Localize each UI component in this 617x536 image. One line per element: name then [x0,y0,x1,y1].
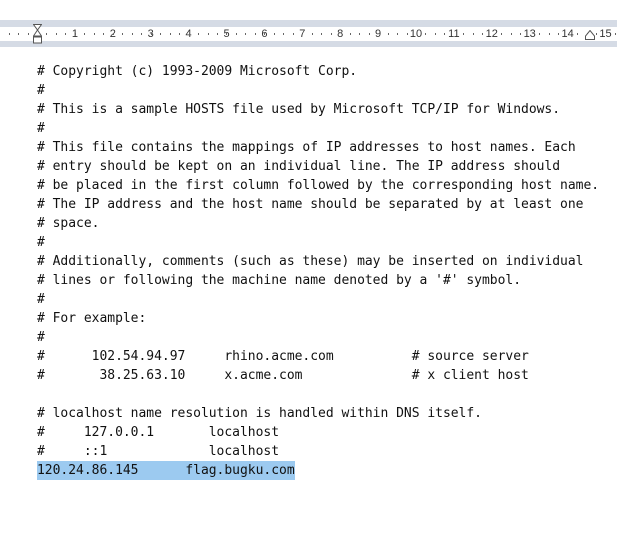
ruler-tick [65,33,66,35]
ruler-tick [274,33,275,35]
ruler-tick [46,33,47,35]
ruler-label: 10 [409,28,423,40]
text-line: # 38.25.63.10 x.acme.com # x client host [37,368,529,383]
ruler-tick [520,33,521,35]
ruler-tick [577,33,578,35]
ruler-label: 13 [523,28,536,40]
ruler-tick [331,33,332,35]
ruler-tick [160,33,161,35]
text-line: # Copyright (c) 1993-2009 Microsoft Corp… [37,64,358,79]
ruler-tick [122,33,123,35]
ruler-tick [56,33,57,35]
ruler-tick [407,33,408,35]
ruler-tick [75,33,76,35]
ruler-tick [113,33,114,35]
selected-text[interactable]: 120.24.86.145 flag.bugku.com [37,461,295,480]
text-line: # [37,292,45,307]
text-line: # space. [37,216,100,231]
ruler-tick [9,33,10,35]
ruler-tick [539,33,540,35]
ruler-strip: 123456789101112131415 [0,27,617,41]
ruler-tick [549,33,550,35]
ruler-tick [245,33,246,35]
ruler-tick [397,33,398,35]
ruler-tick [321,33,322,35]
ruler-tick [435,33,436,35]
ruler-label: 9 [375,28,382,40]
ruler-tick [141,33,142,35]
text-line: # The IP address and the host name shoul… [37,197,584,212]
text-line: # 102.54.94.97 rhino.acme.com # source s… [37,349,529,364]
left-indent-marker-icon[interactable] [33,24,42,44]
ruler-tick [84,33,85,35]
text-line: # For example: [37,311,147,326]
ruler-tick [501,33,502,35]
ruler-tick [283,33,284,35]
ruler-label: 15 [599,28,612,40]
text-line: # [37,330,45,345]
text-line: # [37,121,45,136]
ruler-label: 14 [561,28,574,40]
ruler-tick [369,33,370,35]
ruler-tick [94,33,95,35]
ruler-label: 7 [299,28,306,40]
ruler-tick [255,33,256,35]
text-line: # This file contains the mappings of IP … [37,140,576,155]
ruler-tick [189,33,190,35]
ruler-tick [482,33,483,35]
ruler-label: 11 [448,28,460,40]
ruler-tick [18,33,19,35]
ruler-tick [596,33,597,35]
text-line: # Additionally, comments (such as these)… [37,254,584,269]
ruler-tick [615,33,616,35]
ruler-tick [217,33,218,35]
ruler-tick [170,33,171,35]
ruler-tick [226,33,227,35]
ruler-tick [312,33,313,35]
ruler-tick [208,33,209,35]
ruler-tick [444,33,445,35]
text-line: # [37,83,45,98]
ruler-tick [463,33,464,35]
right-indent-marker-icon[interactable] [585,30,595,40]
ruler-label: 8 [337,28,344,40]
selected-line-row: 120.24.86.145 flag.bugku.com [37,461,599,480]
text-line: # entry should be kept on an individual … [37,159,561,174]
text-line: # localhost name resolution is handled w… [37,406,482,421]
text-line: # ::1 localhost [37,444,280,459]
ruler-tick [132,33,133,35]
text-line [37,385,599,404]
ruler-label: 12 [485,28,498,40]
text-line: # This is a sample HOSTS file used by Mi… [37,102,561,117]
ruler-tick [473,33,474,35]
ruler-tick [558,33,559,35]
ruler-tick [350,33,351,35]
ruler-tick [179,33,180,35]
ruler-tick [359,33,360,35]
ruler-tick [236,33,237,35]
ruler-tick [151,33,152,35]
ruler-tick [293,33,294,35]
ruler-tick [198,33,199,35]
text-line: # [37,235,45,250]
text-line: # lines or following the machine name de… [37,273,522,288]
ruler-tick [388,33,389,35]
text-line: # be placed in the first column followed… [37,178,600,193]
ruler-tick [103,33,104,35]
ruler-tick [425,33,426,35]
ruler[interactable]: 123456789101112131415 [0,20,617,47]
ruler-tick [511,33,512,35]
ruler-tick [28,33,29,35]
ruler-tick [264,33,265,35]
text-line: # 127.0.0.1 localhost [37,425,280,440]
document-body[interactable]: # Copyright (c) 1993-2009 Microsoft Corp… [37,62,599,480]
